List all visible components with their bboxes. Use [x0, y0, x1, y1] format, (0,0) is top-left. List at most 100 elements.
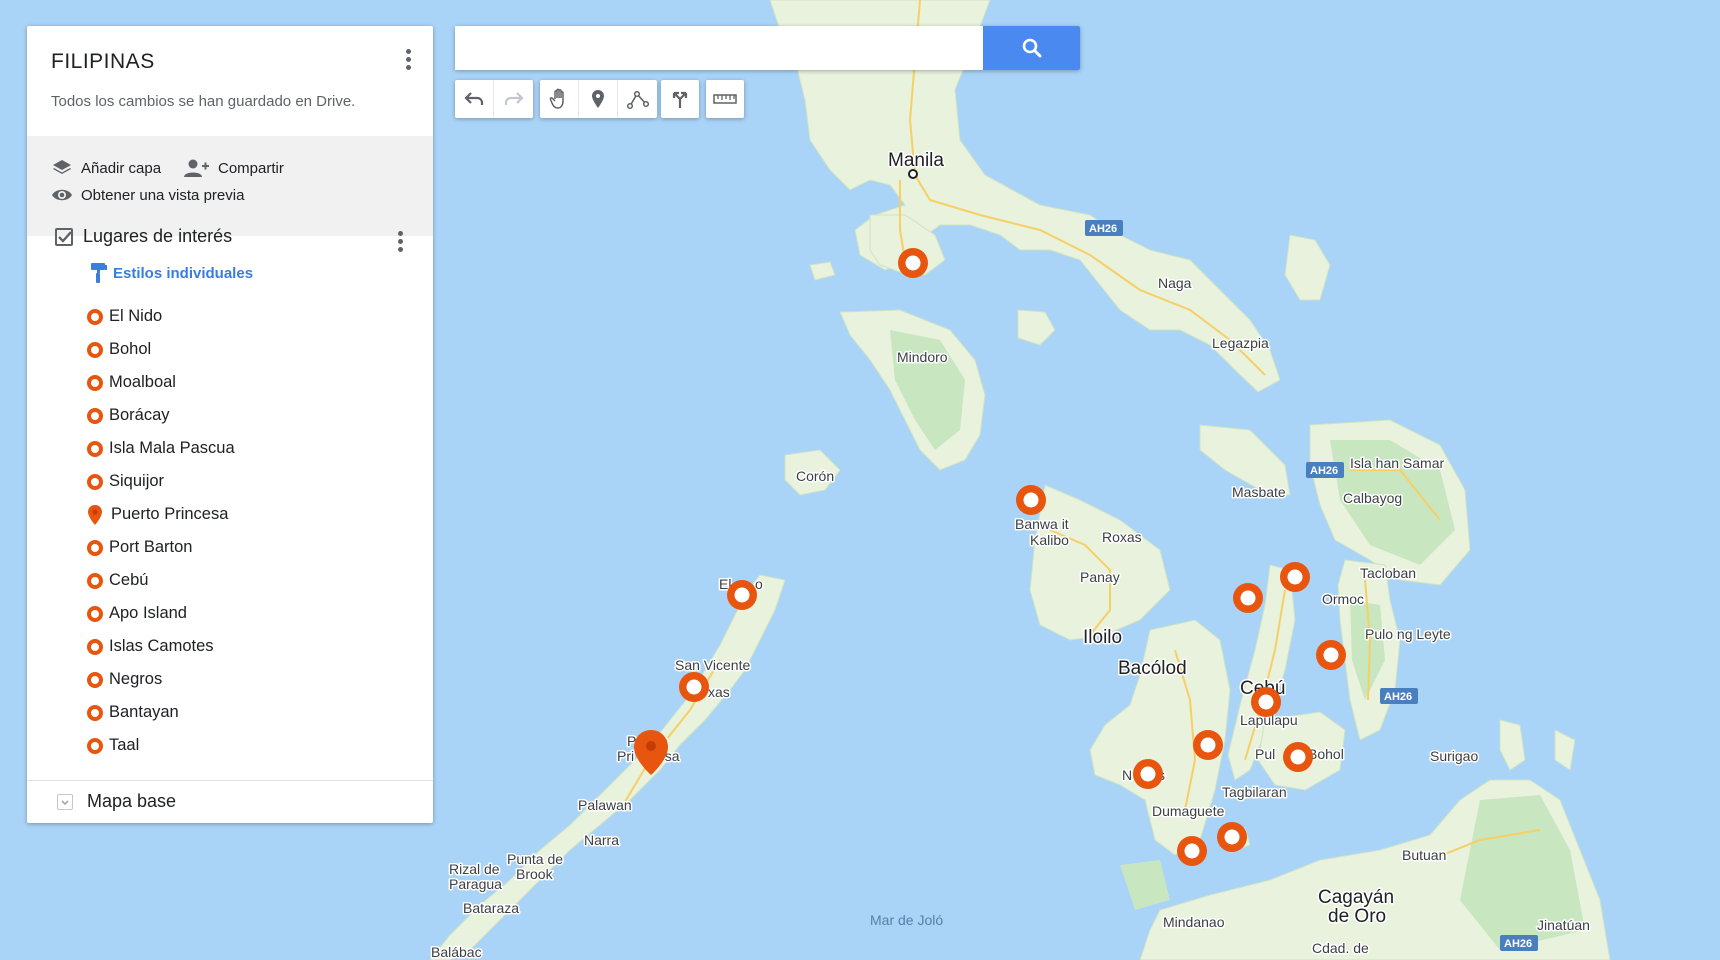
search-button[interactable] [983, 26, 1080, 70]
add-layer-button[interactable]: Añadir capa [51, 158, 161, 178]
marker-siquijor[interactable] [1217, 822, 1247, 852]
list-item[interactable]: El Nido [85, 300, 235, 333]
preview-button[interactable]: Obtener una vista previa [51, 186, 244, 204]
label-roxas: Roxas [1102, 529, 1142, 545]
marker-cebu[interactable] [1251, 687, 1281, 717]
layers-icon [53, 160, 71, 174]
layer-title[interactable]: Lugares de interés [83, 226, 232, 247]
label-panay: Panay [1080, 569, 1120, 585]
label-roxas-pal: xas [708, 684, 730, 700]
list-item[interactable]: Bohol [85, 333, 235, 366]
layers-panel: FILIPINAS Todos los cambios se han guard… [27, 26, 433, 823]
label-butuan: Butuan [1402, 847, 1446, 863]
place-name: Bantayan [109, 703, 179, 721]
redo-icon [504, 92, 524, 105]
pin-icon [85, 504, 105, 526]
list-item[interactable]: Borácay [85, 399, 235, 432]
place-name: Borácay [109, 406, 170, 424]
ring-icon [87, 572, 103, 589]
label-bohol: Bohol [1308, 746, 1344, 762]
marker-port-barton[interactable] [679, 672, 709, 702]
draw-line-button[interactable] [618, 80, 657, 118]
line-icon [626, 90, 649, 109]
label-masbate: Masbate [1232, 484, 1286, 500]
panel-actions: Añadir capa Compartir Obtener una vista … [27, 136, 433, 236]
search-icon [1022, 38, 1041, 58]
label-pp-frag3: Pri [617, 748, 634, 764]
list-item[interactable]: Moalboal [85, 366, 235, 399]
label-san-vicente: San Vicente [675, 657, 750, 673]
list-item[interactable]: Negros [85, 663, 235, 696]
marker-bantayan[interactable] [1233, 583, 1263, 613]
marker-camotes[interactable] [1316, 640, 1346, 670]
label-elnido-frag2: o [755, 576, 763, 592]
place-name: Siquijor [109, 472, 165, 490]
places-list: El Nido Bohol Moalboal Borácay Isla Mala… [85, 300, 235, 762]
label-samar: Isla han Samar [1350, 455, 1444, 471]
place-name: Taal [109, 736, 140, 754]
label-narra: Narra [584, 832, 619, 848]
layer-options-kebab-icon[interactable] [389, 228, 411, 256]
list-item[interactable]: Islas Camotes [85, 630, 235, 663]
add-marker-button[interactable] [579, 80, 618, 118]
label-dumaguete: Dumaguete [1152, 803, 1225, 819]
ring-icon [87, 341, 103, 358]
marker-negros[interactable] [1133, 759, 1163, 789]
label-jolo: Mar de Joló [870, 912, 943, 928]
label-negros-frag-n: N [1122, 767, 1132, 783]
place-name: Negros [109, 670, 163, 688]
label-punta1: Punta de [507, 851, 563, 867]
place-name: Cebú [109, 571, 149, 589]
label-bacolod: Bacólod [1118, 658, 1187, 679]
ring-icon [87, 440, 103, 457]
label-tacloban: Tacloban [1360, 565, 1416, 581]
save-status: Todos los cambios se han guardado en Dri… [51, 93, 356, 110]
label-balabac: Balábac [431, 944, 482, 960]
directions-icon [672, 91, 688, 108]
directions-toolbar [661, 80, 699, 118]
marker-icon [592, 90, 604, 108]
base-map-toggle[interactable]: Mapa base [57, 791, 176, 812]
label-naga: Naga [1158, 275, 1192, 291]
manila-dot [908, 169, 918, 179]
list-item[interactable]: Siquijor [85, 465, 235, 498]
marker-moalboal[interactable] [1193, 730, 1223, 760]
place-name: El Nido [109, 307, 163, 325]
place-name: Isla Mala Pascua [109, 439, 235, 457]
list-item[interactable]: Puerto Princesa [85, 498, 235, 531]
label-mindanao: Mindanao [1163, 914, 1225, 930]
divider [27, 780, 433, 781]
individual-styles-link[interactable]: Estilos individuales [89, 262, 253, 284]
label-cagayan2: de Oro [1328, 906, 1386, 927]
marker-el-nido[interactable] [727, 580, 757, 610]
label-cdad: Cdad. de [1312, 940, 1369, 956]
label-calbayog: Calbayog [1343, 490, 1402, 506]
list-item[interactable]: Cebú [85, 564, 235, 597]
map-options-kebab-icon[interactable] [397, 46, 419, 74]
layer-visibility-checkbox[interactable] [55, 227, 73, 246]
search-input[interactable] [455, 26, 980, 70]
list-item[interactable]: Bantayan [85, 696, 235, 729]
marker-mala-pascua[interactable] [1280, 562, 1310, 592]
map-title[interactable]: FILIPINAS [51, 50, 155, 74]
undo-button[interactable] [455, 80, 494, 118]
select-tool-button[interactable] [540, 80, 579, 118]
share-button[interactable]: Compartir [182, 158, 284, 178]
ring-icon [87, 704, 103, 721]
list-item[interactable]: Port Barton [85, 531, 235, 564]
marker-apo-island[interactable] [1177, 836, 1207, 866]
paint-roller-icon [91, 263, 107, 283]
measure-button[interactable] [706, 80, 744, 118]
list-item[interactable]: Apo Island [85, 597, 235, 630]
ring-icon [87, 407, 103, 424]
marker-boracay[interactable] [1016, 485, 1046, 515]
add-layer-label: Añadir capa [81, 159, 162, 177]
redo-button[interactable] [494, 80, 533, 118]
label-punta2: Brook [516, 866, 554, 882]
list-item[interactable]: Taal [85, 729, 235, 762]
marker-bohol[interactable] [1283, 742, 1313, 772]
list-item[interactable]: Isla Mala Pascua [85, 432, 235, 465]
marker-taal[interactable] [898, 248, 928, 278]
add-directions-button[interactable] [661, 80, 699, 118]
ring-icon [87, 671, 103, 688]
